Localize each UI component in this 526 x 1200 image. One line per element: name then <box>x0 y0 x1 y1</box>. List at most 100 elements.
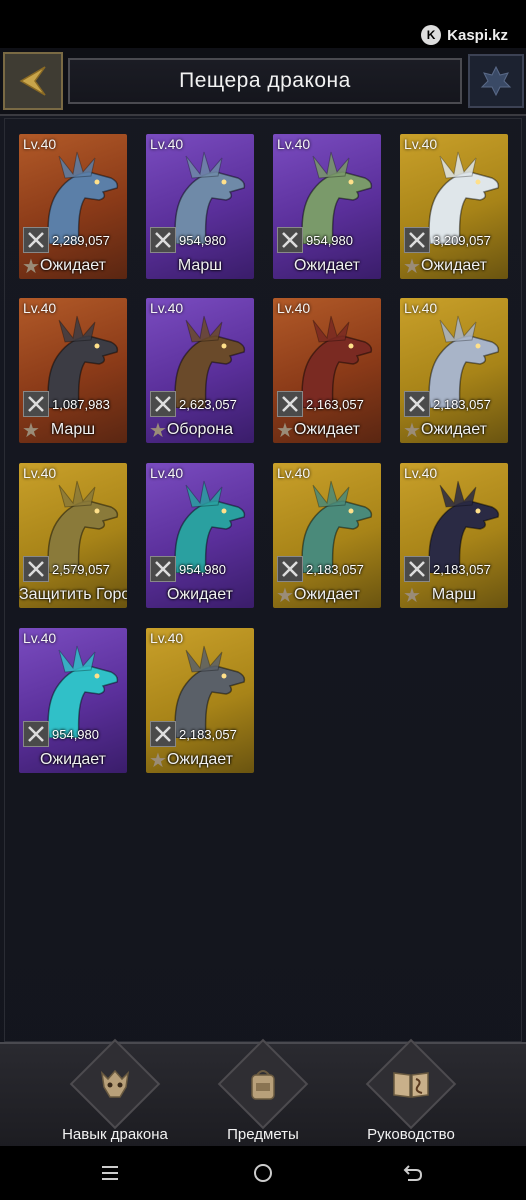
crossed-swords-icon <box>277 556 303 582</box>
dragon-status: Ожидает <box>293 257 360 274</box>
dragon-status-row: ★ Ожидает <box>273 419 381 441</box>
bottom-tab-bar: Навык дракона Предметы Руководство <box>0 1038 526 1148</box>
dragon-power: 954,980 <box>179 232 226 248</box>
dragon-card[interactable]: Lv.40 2,183,057 ★ Ожидает <box>146 628 254 773</box>
header: Пещера дракона <box>0 48 526 116</box>
dragon-status-row: ★ Ожидает <box>146 749 254 771</box>
dragon-power-row: 2,183,057 <box>277 555 364 583</box>
dragon-power-row: 954,980 <box>150 555 226 583</box>
star-icon: ★ <box>403 420 421 442</box>
dragon-card[interactable]: Lv.40 954,980 Ожидает <box>146 463 254 608</box>
crossed-swords-icon <box>277 391 303 417</box>
dragon-power: 2,163,057 <box>306 396 364 412</box>
guide-book-icon <box>393 1072 429 1098</box>
dragon-level: Lv.40 <box>404 300 438 316</box>
crossed-swords-icon <box>150 721 176 747</box>
crossed-swords-icon <box>23 556 49 582</box>
dragon-power: 954,980 <box>179 561 226 577</box>
star-icon: ★ <box>403 585 421 607</box>
dragon-status: Ожидает <box>166 586 233 603</box>
recent-apps-icon <box>102 1166 118 1180</box>
star-icon: ★ <box>403 256 421 278</box>
dragon-power-row: 2,579,057 <box>23 555 110 583</box>
dragon-power: 954,980 <box>52 726 99 742</box>
dragon-level: Lv.40 <box>150 300 184 316</box>
dragon-level: Lv.40 <box>23 136 57 152</box>
dragon-card[interactable]: Lv.40 2,289,057 ★ Ожидает <box>19 134 127 279</box>
dragon-card[interactable]: Lv.40 954,980 Марш <box>146 134 254 279</box>
star-icon: ★ <box>149 750 167 772</box>
system-nav-bar <box>0 1146 526 1200</box>
dragon-card[interactable]: Lv.40 2,623,057 ★ Оборона <box>146 298 254 443</box>
dragon-skull-icon-frame <box>69 1038 161 1130</box>
dragon-power-row: 2,163,057 <box>277 390 364 418</box>
dragon-power-row: 2,183,057 <box>150 720 237 748</box>
dragon-status-row: ★ Ожидает <box>400 255 508 277</box>
crossed-swords-icon <box>404 556 430 582</box>
dragon-level: Lv.40 <box>277 136 311 152</box>
recent-apps-button[interactable] <box>90 1156 130 1190</box>
dragon-level: Lv.40 <box>277 300 311 316</box>
dragon-card[interactable]: Lv.40 1,087,983 ★ Марш <box>19 298 127 443</box>
crossed-swords-icon <box>23 227 49 253</box>
crossed-swords-icon <box>404 227 430 253</box>
dragon-level: Lv.40 <box>277 465 311 481</box>
dragon-power-row: 3,209,057 <box>404 226 491 254</box>
dragon-power-row: 1,087,983 <box>23 390 110 418</box>
crossed-swords-icon <box>23 721 49 747</box>
dragon-status-row: Ожидает <box>146 584 254 606</box>
kaspi-watermark: K Kaspi.kz <box>421 25 508 45</box>
backpack-icon-frame <box>217 1038 309 1130</box>
dragon-card[interactable]: Lv.40 954,980 Ожидает <box>19 628 127 773</box>
dragon-cave-screen: Пещера дракона Lv.40 2,289,057 ★ Ожидает Lv.… <box>0 48 526 1148</box>
dragon-card[interactable]: Lv.40 3,209,057 ★ Ожидает <box>400 134 508 279</box>
dragon-power: 2,183,057 <box>433 561 491 577</box>
home-icon <box>254 1164 272 1182</box>
dragon-power-row: 2,183,057 <box>404 390 491 418</box>
guide-book-icon-frame <box>365 1038 457 1130</box>
dragon-status-row: ★ Ожидает <box>400 419 508 441</box>
dragon-power-row: 954,980 <box>23 720 99 748</box>
star-icon: ★ <box>149 420 167 442</box>
dragon-skull-icon <box>100 1069 130 1098</box>
dragon-power: 2,183,057 <box>179 726 237 742</box>
dragon-card[interactable]: Lv.40 2,163,057 ★ Ожидает <box>273 298 381 443</box>
dragon-status: Ожидает <box>39 751 106 768</box>
dragon-card[interactable]: Lv.40 954,980 Ожидает <box>273 134 381 279</box>
dragon-power: 2,183,057 <box>433 396 491 412</box>
dragon-status-row: ★ Ожидает <box>19 255 127 277</box>
dragon-level: Lv.40 <box>150 630 184 646</box>
dragon-emblem-button[interactable] <box>468 54 524 108</box>
status-bar: K Kaspi.kz <box>0 0 526 48</box>
dragon-power: 954,980 <box>306 232 353 248</box>
home-button[interactable] <box>243 1156 283 1190</box>
back-button[interactable] <box>3 52 63 110</box>
system-back-button[interactable] <box>393 1156 433 1190</box>
kaspi-label: Kaspi.kz <box>447 26 508 44</box>
title-frame: Пещера дракона <box>68 58 462 104</box>
dragon-card[interactable]: Lv.40 2,183,057 ★ Ожидает <box>400 298 508 443</box>
dragon-power-row: 954,980 <box>150 226 226 254</box>
dragon-card[interactable]: Lv.40 2,183,057 ★ Ожидает <box>273 463 381 608</box>
page-title: Пещера дракона <box>179 69 351 92</box>
dragon-card[interactable]: Lv.40 2,579,057 Защитить Город <box>19 463 127 608</box>
dragon-power-row: 2,183,057 <box>404 555 491 583</box>
crossed-swords-icon <box>23 391 49 417</box>
dragon-status-row: Ожидает <box>273 255 381 277</box>
dragon-power: 2,623,057 <box>179 396 237 412</box>
dragon-card[interactable]: Lv.40 2,183,057 ★ Марш <box>400 463 508 608</box>
dragon-power: 3,209,057 <box>433 232 491 248</box>
back-arrow-icon <box>19 66 46 96</box>
tab-guide[interactable]: Руководство <box>346 1038 476 1148</box>
star-icon: ★ <box>276 420 294 442</box>
crossed-swords-icon <box>150 227 176 253</box>
dragon-status-row: Ожидает <box>19 749 127 771</box>
kaspi-logo-icon: K <box>421 25 442 45</box>
dragon-power-row: 2,623,057 <box>150 390 237 418</box>
dragon-status: Защитить Город <box>19 586 127 603</box>
dragon-power-row: 954,980 <box>277 226 353 254</box>
crossed-swords-icon <box>150 556 176 582</box>
dragon-level: Lv.40 <box>150 136 184 152</box>
tab-dragon-skill[interactable]: Навык дракона <box>50 1038 180 1148</box>
tab-items[interactable]: Предметы <box>198 1038 328 1148</box>
